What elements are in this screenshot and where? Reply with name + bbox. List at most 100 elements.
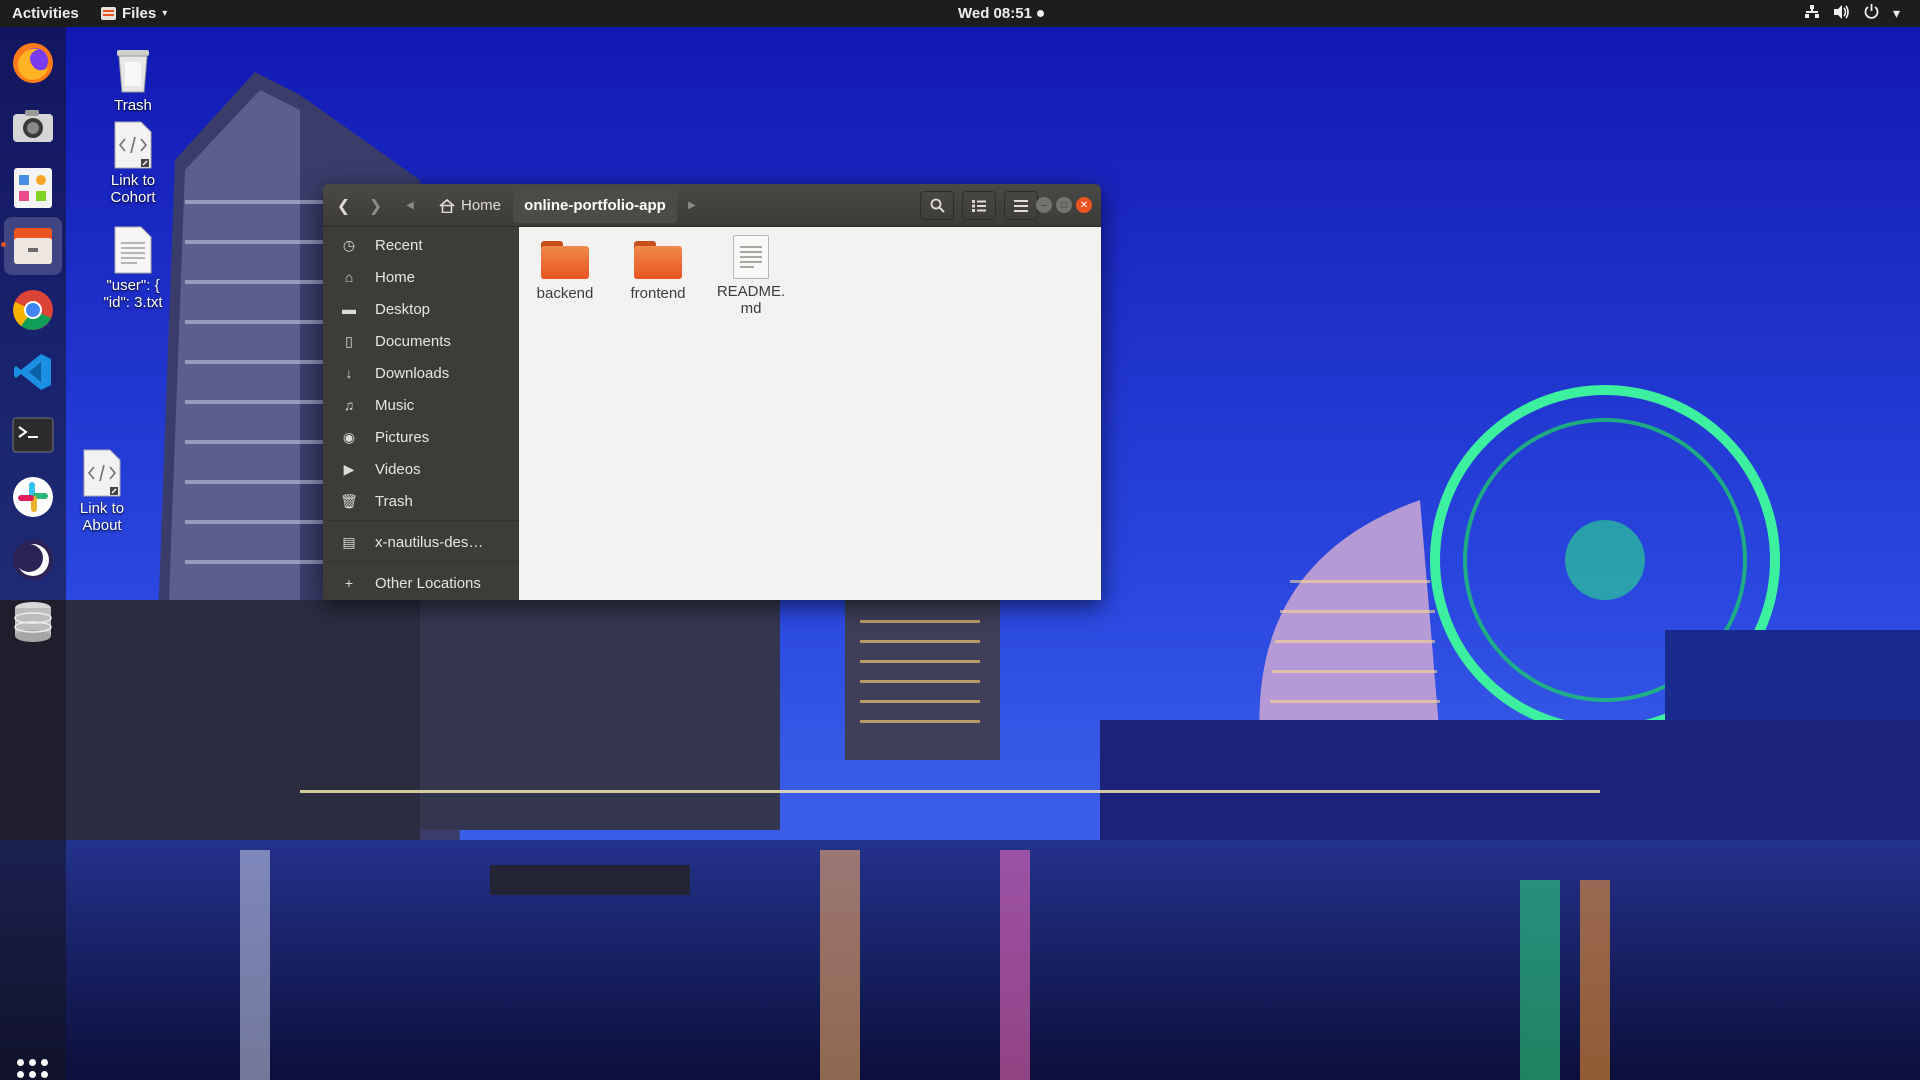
sidebar-item-downloads[interactable]: ↓ Downloads (323, 358, 519, 388)
sidebar-item-videos[interactable]: ▶ Videos (323, 454, 519, 484)
sidebar-item-x-nautilus-desktop[interactable]: ▤ x-nautilus-des… (323, 527, 519, 557)
file-view[interactable]: backend frontend README. md (519, 227, 1101, 600)
sidebar-item-other-locations[interactable]: + Other Locations (323, 568, 519, 598)
sidebar-item-label: Recent (375, 236, 423, 254)
sidebar-item-label: Trash (375, 492, 413, 510)
desktop-icon-trash[interactable]: Trash (88, 44, 178, 114)
forward-button[interactable]: ❯ (361, 191, 390, 220)
path-home-label: Home (461, 197, 502, 214)
code-file-icon (83, 449, 121, 497)
minimize-button[interactable]: – (1036, 197, 1052, 213)
chevron-down-icon: ▾ (162, 8, 168, 19)
file-item-label: README. md (716, 283, 786, 317)
file-item-backend[interactable]: backend (521, 237, 609, 302)
path-bar-current[interactable]: online-portfolio-app (513, 188, 677, 223)
sidebar-item-home[interactable]: ⌂ Home (323, 262, 519, 292)
firefox-icon[interactable] (9, 39, 57, 87)
sidebar-item-label: Pictures (375, 428, 430, 446)
chevron-down-icon[interactable]: ▾ (1893, 5, 1900, 22)
plus-icon: + (344, 575, 354, 591)
sidebar-item-trash[interactable]: 🗑 Trash (323, 486, 519, 516)
sidebar-item-label: Documents (375, 332, 451, 350)
show-applications-button[interactable] (17, 1059, 49, 1080)
sidebar-item-music[interactable]: ♫ Music (323, 390, 519, 420)
sidebar-item-documents[interactable]: ▯ Documents (323, 326, 519, 356)
file-item-frontend[interactable]: frontend (614, 237, 702, 302)
camera-icon[interactable] (9, 102, 57, 150)
power-icon[interactable] (1864, 4, 1879, 22)
eclipse-icon[interactable] (9, 536, 57, 584)
folder-icon (634, 241, 682, 279)
file-item-label: backend (536, 285, 594, 302)
files-window: ❮ ❯ ◀ Home online-portfolio-app ▶ – □ ✕ … (323, 184, 1101, 600)
home-icon (439, 198, 455, 213)
sidebar-item-label: Music (375, 396, 415, 414)
clock-icon: ◷ (342, 236, 356, 253)
volume-icon[interactable] (1833, 4, 1850, 22)
sidebar-item-label: Home (375, 268, 416, 286)
home-icon: ⌂ (344, 269, 354, 285)
file-item-readme[interactable]: README. md (707, 235, 795, 317)
system-tray[interactable]: ▾ (1804, 4, 1900, 22)
path-scroll-left-button[interactable]: ◀ (401, 191, 419, 220)
places-sidebar: ◷ Recent ⌂ Home ▬ Desktop ▯ Documents ↓ … (323, 227, 519, 600)
database-icon[interactable] (9, 598, 57, 646)
sidebar-item-label: Videos (375, 460, 421, 478)
document-icon (733, 235, 769, 279)
desktop-icon-link-to-about[interactable]: Link to About (57, 449, 147, 534)
close-button[interactable]: ✕ (1076, 197, 1092, 213)
desktop-icon-link-to-cohort[interactable]: Link to Cohort (88, 121, 178, 206)
desktop-icon-label: "user": { "id": 3.txt (103, 277, 163, 311)
folder-icon (541, 241, 589, 279)
desktop-icon-label: Link to About (79, 500, 125, 534)
sidebar-separator (323, 520, 519, 521)
trash-icon (117, 50, 149, 93)
text-file-icon (114, 226, 152, 274)
chrome-icon[interactable] (9, 286, 57, 334)
desktop-icon-label: Trash (114, 97, 152, 114)
path-scroll-right-button[interactable]: ▶ (683, 191, 701, 220)
trash-icon: 🗑 (340, 492, 358, 509)
dock (0, 27, 66, 1080)
back-button[interactable]: ❮ (329, 191, 358, 220)
desktop-icon-label: Link to Cohort (110, 172, 156, 206)
clock-label: Wed 08:51 (958, 5, 1032, 22)
activities-button[interactable]: Activities (12, 5, 79, 22)
sidebar-item-recent[interactable]: ◷ Recent (323, 230, 519, 260)
maximize-button[interactable]: □ (1056, 197, 1072, 213)
terminal-icon[interactable] (9, 411, 57, 459)
view-toggle-button[interactable] (962, 191, 996, 220)
chevron-right-icon: ❯ (368, 197, 383, 215)
sidebar-separator (323, 561, 519, 562)
triangle-right-icon: ▶ (688, 200, 696, 211)
search-button[interactable] (920, 191, 954, 220)
clock[interactable]: Wed 08:51 (958, 5, 1044, 22)
drive-icon: ▤ (342, 533, 356, 550)
download-icon: ↓ (345, 365, 353, 381)
list-view-icon (972, 199, 986, 212)
network-icon[interactable] (1804, 4, 1820, 22)
video-icon: ▶ (343, 460, 355, 477)
vscode-icon[interactable] (9, 348, 57, 396)
code-file-icon (114, 121, 152, 169)
sidebar-item-pictures[interactable]: ◉ Pictures (323, 422, 519, 452)
window-headerbar: ❮ ❯ ◀ Home online-portfolio-app ▶ – □ ✕ (323, 184, 1101, 227)
slack-icon[interactable] (9, 473, 57, 521)
app-menu-label: Files (122, 5, 157, 22)
desktop-icon-user-txt[interactable]: "user": { "id": 3.txt (88, 226, 178, 311)
sidebar-item-label: Downloads (375, 364, 450, 382)
files-app-icon (101, 7, 116, 20)
top-bar: Activities Files ▾ Wed 08:51 ▾ (0, 0, 1920, 27)
files-icon[interactable] (1, 217, 62, 275)
app-menu-files[interactable]: Files ▾ (101, 5, 167, 22)
menu-button[interactable] (1004, 191, 1038, 220)
sidebar-item-label: Other Locations (375, 574, 481, 592)
file-item-label: frontend (630, 285, 686, 302)
sidebar-item-desktop[interactable]: ▬ Desktop (323, 294, 519, 324)
notification-dot-icon (1036, 10, 1044, 17)
path-current-label: online-portfolio-app (524, 197, 666, 214)
app-store-icon[interactable] (9, 164, 57, 212)
close-icon: ✕ (1079, 199, 1089, 211)
maximize-icon: □ (1060, 199, 1068, 211)
path-bar-home[interactable]: Home (431, 191, 511, 220)
